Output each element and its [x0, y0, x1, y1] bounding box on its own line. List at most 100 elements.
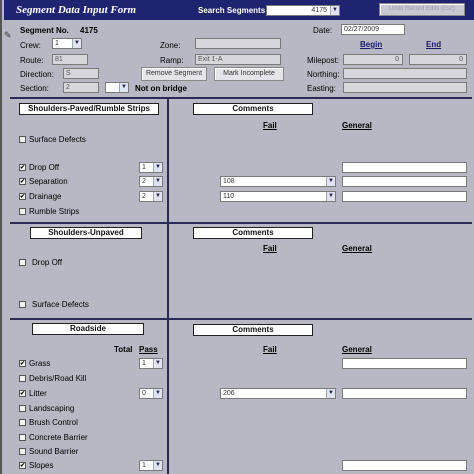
chevron-down-icon[interactable]: ▼	[153, 192, 162, 201]
comments-header-paved: Comments	[193, 103, 313, 115]
unpaved-surface-defects-label: Surface Defects	[32, 300, 89, 309]
chevron-down-icon[interactable]: ▼	[326, 177, 335, 186]
slopes-general-field[interactable]	[342, 460, 467, 471]
slopes-label: Slopes	[29, 461, 54, 470]
fail-header: Fail	[263, 121, 277, 130]
drop-off-count-select[interactable]: 1 ▼	[139, 162, 163, 173]
pass-header: Pass	[139, 345, 158, 354]
sound-barrier-label: Sound Barrier	[29, 447, 79, 456]
sound-barrier-checkbox[interactable]	[19, 448, 26, 455]
grass-count-select[interactable]: 1 ▼	[139, 358, 163, 369]
drainage-fail-value: 110	[223, 193, 235, 200]
chevron-down-icon[interactable]: ▼	[153, 461, 162, 470]
separation-general-field[interactable]	[342, 176, 467, 187]
chevron-down-icon[interactable]: ▼	[326, 389, 335, 398]
chevron-down-icon[interactable]: ▼	[153, 163, 162, 172]
rumble-strips-checkbox[interactable]	[19, 208, 26, 215]
litter-fail-select[interactable]: 206 ▼	[220, 388, 336, 399]
separation-fail-value: 108	[223, 178, 235, 185]
concrete-barrier-checkbox[interactable]	[19, 434, 26, 441]
drainage-count: 2	[142, 193, 146, 200]
divider	[10, 97, 472, 99]
separation-count-select[interactable]: 2 ▼	[139, 176, 163, 187]
mark-incomplete-button[interactable]: Mark Incomplete	[214, 67, 284, 81]
general-header: General	[342, 345, 372, 354]
litter-count-select[interactable]: 0 ▼	[139, 388, 163, 399]
end-header: End	[426, 40, 442, 49]
divider	[10, 318, 472, 320]
direction-field[interactable]: S	[63, 68, 99, 79]
zone-label: Zone:	[160, 41, 181, 50]
comments-header-unpaved: Comments	[193, 227, 313, 239]
general-header: General	[342, 121, 372, 130]
northing-field[interactable]	[343, 68, 467, 79]
easting-label: Easting:	[307, 84, 336, 93]
separation-count: 2	[142, 178, 146, 185]
drainage-count-select[interactable]: 2 ▼	[139, 191, 163, 202]
undo-record-edits-button[interactable]: Undo Record Edits (Esc)	[379, 3, 465, 16]
debris-checkbox[interactable]	[19, 375, 26, 382]
begin-header: Begin	[360, 40, 383, 49]
surface-defects-checkbox[interactable]	[19, 136, 26, 143]
grass-checkbox[interactable]: ✔	[19, 360, 26, 367]
concrete-barrier-label: Concrete Barrier	[29, 433, 88, 442]
drop-off-label: Drop Off	[29, 163, 60, 172]
unpaved-surface-defects-checkbox[interactable]	[19, 301, 26, 308]
landscaping-checkbox[interactable]	[19, 405, 26, 412]
litter-general-field[interactable]	[342, 388, 467, 399]
section-field[interactable]: 2	[63, 82, 99, 93]
drop-off-checkbox[interactable]: ✔	[19, 164, 26, 171]
section-label: Section:	[20, 84, 49, 93]
segment-no-value: 4175	[80, 26, 98, 35]
chevron-down-icon[interactable]: ▼	[153, 359, 162, 368]
debris-label: Debris/Road Kill	[29, 374, 87, 383]
slopes-checkbox[interactable]: ✔	[19, 462, 26, 469]
chevron-down-icon[interactable]: ▼	[119, 83, 128, 92]
form-window: Segment Data Input Form Search Segments …	[0, 0, 474, 474]
fail-header: Fail	[263, 244, 277, 253]
zone-field[interactable]	[195, 38, 281, 49]
chevron-down-icon[interactable]: ▼	[72, 39, 81, 48]
drainage-general-field[interactable]	[342, 191, 467, 202]
ramp-field[interactable]: Exit 1-A	[195, 54, 281, 65]
ramp-label: Ramp:	[160, 56, 184, 65]
drainage-checkbox[interactable]: ✔	[19, 193, 26, 200]
easting-field[interactable]	[343, 82, 467, 93]
drop-off-general-field[interactable]	[342, 162, 467, 173]
bridge-note: Not on bridge	[135, 84, 187, 93]
drop-off-count: 1	[142, 164, 146, 171]
date-label: Date:	[313, 26, 333, 35]
slopes-count: 1	[142, 462, 146, 469]
chevron-down-icon[interactable]: ▼	[153, 177, 162, 186]
general-header: General	[342, 244, 372, 253]
unpaved-drop-off-checkbox[interactable]	[19, 259, 26, 266]
search-segments-select[interactable]: 4175 ▼	[266, 5, 340, 16]
search-segments-value: 4175	[311, 7, 327, 14]
separation-label: Separation	[29, 177, 68, 186]
drainage-fail-select[interactable]: 110 ▼	[220, 191, 336, 202]
landscaping-label: Landscaping	[29, 404, 75, 413]
crew-select[interactable]: 1 ▼	[52, 38, 82, 49]
date-field[interactable]: 02/27/2009	[341, 24, 405, 35]
section-header-roadside: Roadside	[32, 323, 144, 335]
separation-checkbox[interactable]: ✔	[19, 178, 26, 185]
fail-header: Fail	[263, 345, 277, 354]
litter-checkbox[interactable]: ✔	[19, 390, 26, 397]
milepost-end-field[interactable]: 0	[409, 54, 467, 65]
grass-label: Grass	[29, 359, 51, 368]
bridge-select[interactable]: ▼	[105, 82, 129, 93]
milepost-label: Milepost:	[307, 56, 340, 65]
separation-fail-select[interactable]: 108 ▼	[220, 176, 336, 187]
brush-control-label: Brush Control	[29, 418, 78, 427]
route-field[interactable]: 81	[52, 54, 88, 65]
milepost-begin-field[interactable]: 0	[343, 54, 403, 65]
chevron-down-icon[interactable]: ▼	[330, 6, 339, 15]
chevron-down-icon[interactable]: ▼	[326, 192, 335, 201]
chevron-down-icon[interactable]: ▼	[153, 389, 162, 398]
brush-control-checkbox[interactable]	[19, 419, 26, 426]
slopes-count-select[interactable]: 1 ▼	[139, 460, 163, 471]
remove-segment-button[interactable]: Remove Segment	[141, 67, 207, 81]
litter-label: Litter	[29, 389, 47, 398]
grass-general-field[interactable]	[342, 358, 467, 369]
comments-header-roadside: Comments	[193, 324, 313, 336]
